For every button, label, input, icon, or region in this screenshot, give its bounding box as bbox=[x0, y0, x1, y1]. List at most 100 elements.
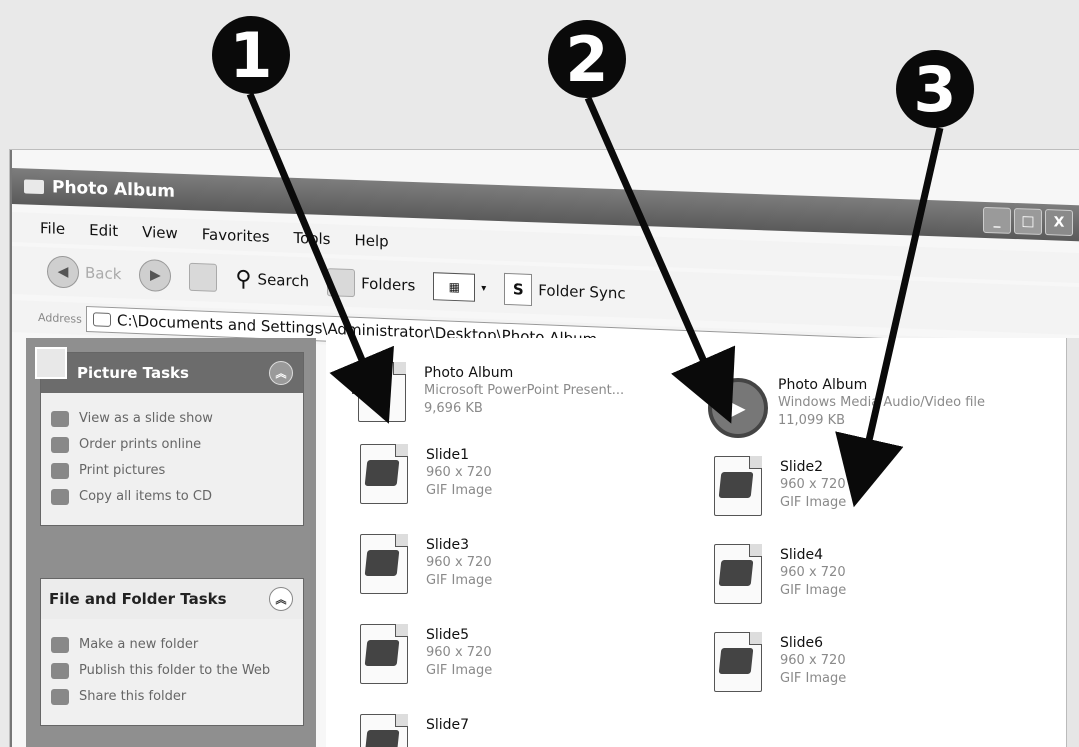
menu-favorites[interactable]: Favorites bbox=[202, 225, 270, 246]
file-item[interactable]: Slide4 960 x 720 GIF Image bbox=[708, 544, 1038, 604]
file-name: Slide6 bbox=[780, 635, 824, 651]
folder-sync-button[interactable]: S Folder Sync bbox=[504, 272, 626, 310]
menu-edit[interactable]: Edit bbox=[89, 221, 118, 240]
file-folder-tasks-header[interactable]: File and Folder Tasks ︽ bbox=[41, 579, 303, 619]
file-size: 11,099 KB bbox=[778, 413, 846, 428]
back-button[interactable]: ◀ Back bbox=[47, 255, 121, 290]
collapse-picture-tasks-icon[interactable]: ︽ bbox=[269, 361, 293, 385]
file-name: Slide4 bbox=[780, 547, 824, 563]
folder-icon bbox=[24, 179, 44, 195]
forward-arrow-icon[interactable]: ▶ bbox=[139, 258, 172, 293]
file-item[interactable]: ▶ Photo Album Windows Media Audio/Video … bbox=[706, 374, 1036, 438]
new-folder-icon bbox=[51, 637, 69, 653]
folder-sync-icon: S bbox=[504, 272, 533, 306]
address-label: Address bbox=[38, 310, 82, 326]
file-type: Windows Media Audio/Video file bbox=[778, 395, 986, 410]
gif-image-icon bbox=[708, 544, 766, 604]
file-name: Slide7 bbox=[426, 717, 470, 733]
task-share-folder[interactable]: Share this folder bbox=[51, 689, 295, 705]
image-dimensions: 960 x 720 bbox=[780, 653, 846, 668]
window-controls: _ □ X bbox=[983, 206, 1073, 237]
window-title: Photo Album bbox=[52, 177, 175, 202]
file-type: GIF Image bbox=[426, 573, 493, 588]
file-type: Microsoft PowerPoint Present... bbox=[424, 383, 625, 398]
menu-help[interactable]: Help bbox=[355, 231, 389, 250]
folders-label: Folders bbox=[361, 274, 416, 295]
file-item[interactable]: Slide5 960 x 720 GIF Image bbox=[354, 624, 684, 684]
file-type: GIF Image bbox=[780, 583, 847, 598]
order-prints-icon bbox=[51, 437, 69, 453]
task-label: Publish this folder to the Web bbox=[79, 663, 271, 678]
collapse-file-tasks-icon[interactable]: ︽ bbox=[269, 587, 293, 611]
back-label: Back bbox=[85, 263, 122, 284]
search-label: Search bbox=[257, 270, 310, 291]
callout-2: 2 bbox=[548, 20, 626, 98]
share-folder-icon bbox=[51, 689, 69, 705]
callout-1: 1 bbox=[212, 16, 290, 94]
views-icon: ▦ bbox=[433, 272, 476, 302]
search-icon: ⚲ bbox=[235, 266, 252, 292]
image-dimensions: 960 x 720 bbox=[426, 645, 492, 660]
up-folder-icon[interactable] bbox=[189, 262, 218, 292]
picture-tasks-header[interactable]: Picture Tasks ︽ bbox=[35, 347, 303, 393]
file-name: Photo Album bbox=[424, 365, 514, 381]
file-item[interactable]: Slide3 960 x 720 GIF Image bbox=[354, 534, 684, 594]
gif-image-icon bbox=[354, 444, 412, 504]
close-button[interactable]: X bbox=[1045, 209, 1073, 237]
back-arrow-icon: ◀ bbox=[47, 255, 79, 289]
publish-web-icon bbox=[51, 663, 69, 679]
gif-image-icon bbox=[708, 632, 766, 692]
file-type: GIF Image bbox=[426, 663, 493, 678]
printer-icon bbox=[51, 463, 69, 479]
task-pane: Picture Tasks ︽ View as a slide show Ord… bbox=[26, 338, 316, 747]
drive-icon bbox=[93, 312, 111, 327]
search-button[interactable]: ⚲ Search bbox=[235, 266, 309, 294]
task-print-pictures[interactable]: Print pictures bbox=[51, 463, 295, 479]
image-dimensions: 960 x 720 bbox=[780, 565, 846, 580]
callout-3: 3 bbox=[896, 50, 974, 128]
picture-tasks-icon bbox=[35, 347, 67, 379]
folders-icon bbox=[327, 268, 356, 298]
task-copy-to-cd[interactable]: Copy all items to CD bbox=[51, 489, 295, 505]
views-dropdown-icon: ▾ bbox=[481, 282, 487, 294]
file-type: GIF Image bbox=[780, 495, 847, 510]
file-item[interactable]: Slide7 bbox=[354, 714, 684, 747]
file-name: Slide3 bbox=[426, 537, 470, 553]
file-name: Slide2 bbox=[780, 459, 824, 475]
task-label: View as a slide show bbox=[79, 411, 213, 426]
task-label: Copy all items to CD bbox=[79, 489, 212, 504]
task-label: Order prints online bbox=[79, 437, 202, 452]
file-size: 9,696 KB bbox=[424, 401, 483, 416]
cd-icon bbox=[51, 489, 69, 505]
file-item[interactable]: Slide2 960 x 720 GIF Image bbox=[708, 456, 1038, 516]
minimize-button[interactable]: _ bbox=[983, 206, 1011, 234]
picture-tasks-panel: Picture Tasks ︽ View as a slide show Ord… bbox=[35, 347, 304, 526]
image-dimensions: 960 x 720 bbox=[426, 465, 492, 480]
picture-tasks-title: Picture Tasks bbox=[77, 364, 189, 382]
menu-tools[interactable]: Tools bbox=[294, 229, 331, 248]
task-view-slideshow[interactable]: View as a slide show bbox=[51, 411, 295, 427]
menu-file[interactable]: File bbox=[40, 219, 65, 238]
menu-view[interactable]: View bbox=[142, 223, 178, 242]
gif-image-icon bbox=[354, 714, 412, 747]
task-label: Share this folder bbox=[79, 689, 187, 704]
file-name: Photo Album bbox=[778, 377, 868, 393]
task-order-prints[interactable]: Order prints online bbox=[51, 437, 295, 453]
file-name: Slide5 bbox=[426, 627, 470, 643]
file-item[interactable]: Slide6 960 x 720 GIF Image bbox=[708, 632, 1038, 692]
powerpoint-icon: P bbox=[352, 362, 410, 422]
task-new-folder[interactable]: Make a new folder bbox=[51, 637, 295, 653]
views-button[interactable]: ▦ ▾ bbox=[433, 272, 486, 302]
maximize-button[interactable]: □ bbox=[1014, 207, 1042, 235]
file-item[interactable]: Slide1 960 x 720 GIF Image bbox=[354, 444, 684, 504]
explorer-window: Photo Album _ □ X File Edit View Favorit… bbox=[10, 150, 1079, 747]
task-publish-web[interactable]: Publish this folder to the Web bbox=[51, 663, 295, 679]
file-name: Slide1 bbox=[426, 447, 470, 463]
file-list-area: P Photo Album Microsoft PowerPoint Prese… bbox=[326, 338, 1066, 747]
task-label: Print pictures bbox=[79, 463, 166, 478]
vertical-scrollbar[interactable] bbox=[1066, 338, 1079, 747]
image-dimensions: 960 x 720 bbox=[780, 477, 846, 492]
folders-button[interactable]: Folders bbox=[327, 268, 415, 299]
file-item[interactable]: P Photo Album Microsoft PowerPoint Prese… bbox=[352, 362, 682, 422]
image-dimensions: 960 x 720 bbox=[426, 555, 492, 570]
